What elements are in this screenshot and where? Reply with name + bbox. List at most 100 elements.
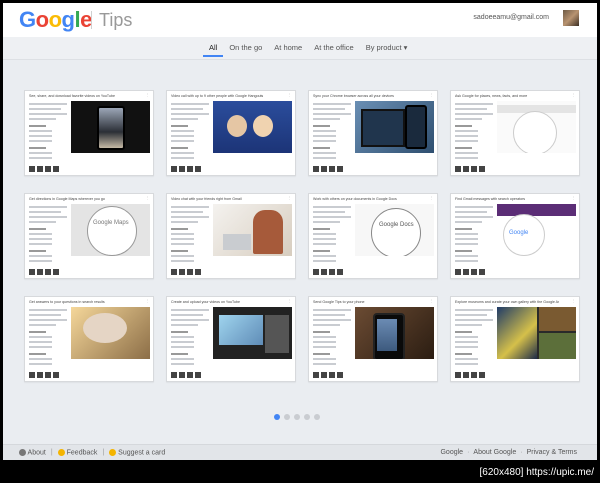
tab-by-product[interactable]: By product ▾ <box>360 41 414 55</box>
pagination-dot[interactable] <box>294 414 300 420</box>
footer-link-google[interactable]: Google <box>440 449 463 456</box>
tip-card[interactable]: Get directions in Google Maps wherever y… <box>24 193 154 279</box>
tip-card[interactable]: Video chat with your friends right from … <box>166 193 296 279</box>
card-menu-icon[interactable]: ⋮ <box>288 93 292 97</box>
tip-card[interactable]: Find Gmail messages with search operator… <box>450 193 580 279</box>
card-menu-icon[interactable]: ⋮ <box>288 196 292 200</box>
card-menu-icon[interactable]: ⋮ <box>430 299 434 303</box>
pagination-dot[interactable] <box>274 414 280 420</box>
tip-card[interactable]: Create and upload your videos on YouTube… <box>166 296 296 382</box>
share-icon[interactable] <box>455 372 461 378</box>
share-icon[interactable] <box>455 269 461 275</box>
google-plus-icon[interactable] <box>37 372 43 378</box>
google-plus-icon[interactable] <box>321 166 327 172</box>
footer-link-suggest-a-card[interactable]: Suggest a card <box>109 449 165 456</box>
facebook-icon[interactable] <box>471 166 477 172</box>
twitter-icon[interactable] <box>195 269 201 275</box>
tip-card[interactable]: Get answers to your questions in search … <box>24 296 154 382</box>
share-icon[interactable] <box>313 372 319 378</box>
tip-card[interactable]: Ask Google for places, news, facts, and … <box>450 90 580 176</box>
tab-all[interactable]: All <box>203 41 224 57</box>
card-menu-icon[interactable]: ⋮ <box>288 299 292 303</box>
facebook-icon[interactable] <box>45 269 51 275</box>
google-plus-icon[interactable] <box>463 166 469 172</box>
pagination-dot[interactable] <box>304 414 310 420</box>
google-plus-icon[interactable] <box>179 372 185 378</box>
tab-at-the-office[interactable]: At the office <box>308 41 359 55</box>
tip-card[interactable]: Video call with up to 9 other people wit… <box>166 90 296 176</box>
facebook-icon[interactable] <box>329 166 335 172</box>
google-plus-icon[interactable] <box>179 269 185 275</box>
card-menu-icon[interactable]: ⋮ <box>572 196 576 200</box>
tip-card[interactable]: See, share, and download favorite videos… <box>24 90 154 176</box>
footer-link-about-google[interactable]: About Google <box>473 449 516 456</box>
user-email[interactable]: sadoeeamu@gmail.com <box>473 14 549 21</box>
share-icon[interactable] <box>455 166 461 172</box>
twitter-icon[interactable] <box>53 166 59 172</box>
google-plus-icon[interactable] <box>321 269 327 275</box>
footer-link-privacy-terms[interactable]: Privacy & Terms <box>527 449 577 456</box>
card-text <box>455 206 493 265</box>
twitter-icon[interactable] <box>337 269 343 275</box>
twitter-icon[interactable] <box>479 166 485 172</box>
share-icon[interactable] <box>171 269 177 275</box>
twitter-icon[interactable] <box>195 166 201 172</box>
card-menu-icon[interactable]: ⋮ <box>572 299 576 303</box>
twitter-icon[interactable] <box>337 372 343 378</box>
tab-on-the-go[interactable]: On the go <box>223 41 268 55</box>
facebook-icon[interactable] <box>45 372 51 378</box>
twitter-icon[interactable] <box>479 269 485 275</box>
twitter-icon[interactable] <box>53 372 59 378</box>
google-logo[interactable]: Google <box>19 7 92 33</box>
card-image <box>71 101 150 153</box>
card-menu-icon[interactable]: ⋮ <box>146 93 150 97</box>
tip-card[interactable]: Sync your Chrome browser across all your… <box>308 90 438 176</box>
share-icon[interactable] <box>171 372 177 378</box>
share-icon[interactable] <box>313 269 319 275</box>
card-title: Video chat with your friends right from … <box>171 197 242 201</box>
facebook-icon[interactable] <box>187 166 193 172</box>
google-plus-icon[interactable] <box>37 269 43 275</box>
facebook-icon[interactable] <box>187 372 193 378</box>
share-icon[interactable] <box>313 166 319 172</box>
google-plus-icon[interactable] <box>463 269 469 275</box>
footer-link-about[interactable]: About <box>19 449 46 456</box>
google-plus-icon[interactable] <box>179 166 185 172</box>
twitter-icon[interactable] <box>479 372 485 378</box>
card-menu-icon[interactable]: ⋮ <box>146 196 150 200</box>
facebook-icon[interactable] <box>187 269 193 275</box>
share-icon[interactable] <box>29 372 35 378</box>
facebook-icon[interactable] <box>471 372 477 378</box>
twitter-icon[interactable] <box>337 166 343 172</box>
pagination-dot[interactable] <box>314 414 320 420</box>
card-image <box>213 204 292 256</box>
card-menu-icon[interactable]: ⋮ <box>430 196 434 200</box>
tab-at-home[interactable]: At home <box>268 41 308 55</box>
pagination-dot[interactable] <box>284 414 290 420</box>
tip-card[interactable]: Explore museums and curate your own gall… <box>450 296 580 382</box>
facebook-icon[interactable] <box>471 269 477 275</box>
facebook-icon[interactable] <box>329 269 335 275</box>
facebook-icon[interactable] <box>329 372 335 378</box>
facebook-icon[interactable] <box>45 166 51 172</box>
google-plus-icon[interactable] <box>321 372 327 378</box>
share-icon[interactable] <box>29 269 35 275</box>
card-menu-icon[interactable]: ⋮ <box>430 93 434 97</box>
tip-card[interactable]: Work with others on your documents in Go… <box>308 193 438 279</box>
footer-separator: · <box>467 449 470 456</box>
avatar[interactable] <box>563 10 579 26</box>
google-plus-icon[interactable] <box>37 166 43 172</box>
card-title: Video call with up to 9 other people wit… <box>171 94 264 98</box>
card-image: Google Maps <box>71 204 150 256</box>
footer-link-feedback[interactable]: Feedback <box>57 449 97 456</box>
logo-letter: o <box>35 7 49 32</box>
twitter-icon[interactable] <box>195 372 201 378</box>
twitter-icon[interactable] <box>53 269 59 275</box>
card-menu-icon[interactable]: ⋮ <box>572 93 576 97</box>
tip-card[interactable]: Send Google Tips to your phone ⋮ <box>308 296 438 382</box>
share-icon[interactable] <box>29 166 35 172</box>
card-menu-icon[interactable]: ⋮ <box>146 299 150 303</box>
share-icon[interactable] <box>171 166 177 172</box>
google-plus-icon[interactable] <box>463 372 469 378</box>
footer-right-links: Google · About Google · Privacy & Terms <box>440 449 577 456</box>
